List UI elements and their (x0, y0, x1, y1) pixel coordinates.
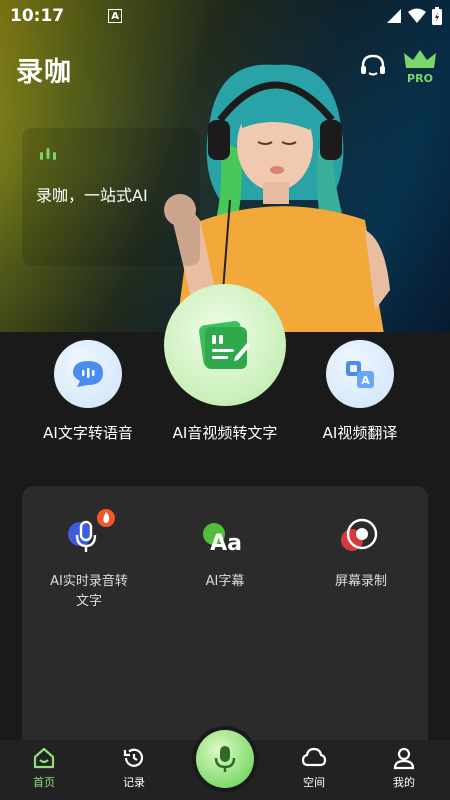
feature-circle (54, 340, 122, 408)
nav-label: 记录 (123, 776, 145, 789)
battery-icon (432, 7, 442, 25)
tool-screen-record[interactable]: 屏幕录制 (306, 508, 416, 592)
feature-video-translate[interactable]: A AI视频翻译 (300, 338, 420, 443)
status-bar: 10:17 A (0, 0, 450, 32)
tool-label: AI实时录音转 文字 (50, 574, 128, 609)
aa-icon: Aa (203, 523, 242, 556)
svg-text:A: A (361, 374, 370, 387)
audio-wave-icon (40, 148, 56, 160)
pro-crown-button[interactable]: PRO (402, 48, 438, 85)
feature-label: AI文字转语音 (43, 424, 133, 442)
nav-label: 首页 (33, 776, 55, 789)
mic-icon (214, 746, 236, 772)
nav-mine[interactable]: 我的 (374, 746, 434, 790)
status-time: 10:17 (10, 6, 65, 26)
app-title: 录咖 (16, 57, 72, 88)
tool-icon-wrap (336, 508, 386, 558)
signal-icon (387, 9, 401, 23)
tool-icon-wrap (64, 508, 115, 558)
customer-service-icon[interactable] (358, 52, 388, 82)
tool-realtime-transcribe[interactable]: AI实时录音转 文字 (34, 508, 144, 612)
wifi-icon (408, 8, 426, 23)
feature-circle-main (164, 284, 286, 406)
slogan-card: 录咖，一站式AI (22, 128, 200, 266)
record-icon (341, 518, 378, 551)
history-icon (123, 748, 144, 767)
status-indicators (386, 7, 442, 25)
svg-text:Aa: Aa (210, 531, 242, 556)
home-icon (33, 747, 55, 769)
tools-card: AI实时录音转 文字 Aa AI字幕 屏幕录制 (22, 486, 428, 756)
nav-label: 空间 (303, 776, 325, 789)
tool-ai-subtitle[interactable]: Aa AI字幕 (170, 508, 280, 592)
record-mic-button[interactable] (196, 730, 254, 788)
feature-text-to-speech[interactable]: AI文字转语音 (28, 338, 148, 443)
tool-label: 屏幕录制 (334, 574, 387, 589)
nav-space[interactable]: 空间 (284, 746, 344, 790)
mic-fire-icon (68, 509, 115, 552)
user-icon (393, 747, 415, 770)
pro-label: PRO (407, 72, 433, 85)
feature-circle: A (326, 340, 394, 408)
document-edit-icon (199, 321, 250, 369)
nav-records[interactable]: 记录 (104, 746, 164, 790)
cloud-icon (301, 747, 327, 767)
tool-label: AI字幕 (205, 574, 245, 589)
crown-icon (404, 50, 436, 68)
nav-label: 我的 (393, 776, 415, 789)
feature-av-to-text[interactable]: AI音视频转文字 (160, 284, 290, 443)
chat-bubble-icon (73, 361, 103, 387)
hero-slogan: 录咖，一站式AI (36, 186, 148, 205)
feature-label: AI视频翻译 (322, 424, 398, 442)
notification-icon: A (108, 9, 123, 23)
tool-icon-wrap: Aa (200, 508, 250, 558)
hero-banner: 10:17 A 录咖 PRO 录咖，一站式AI (0, 0, 450, 332)
translate-icon: A (346, 361, 374, 388)
feature-label: AI音视频转文字 (172, 424, 278, 442)
nav-home[interactable]: 首页 (14, 746, 74, 790)
